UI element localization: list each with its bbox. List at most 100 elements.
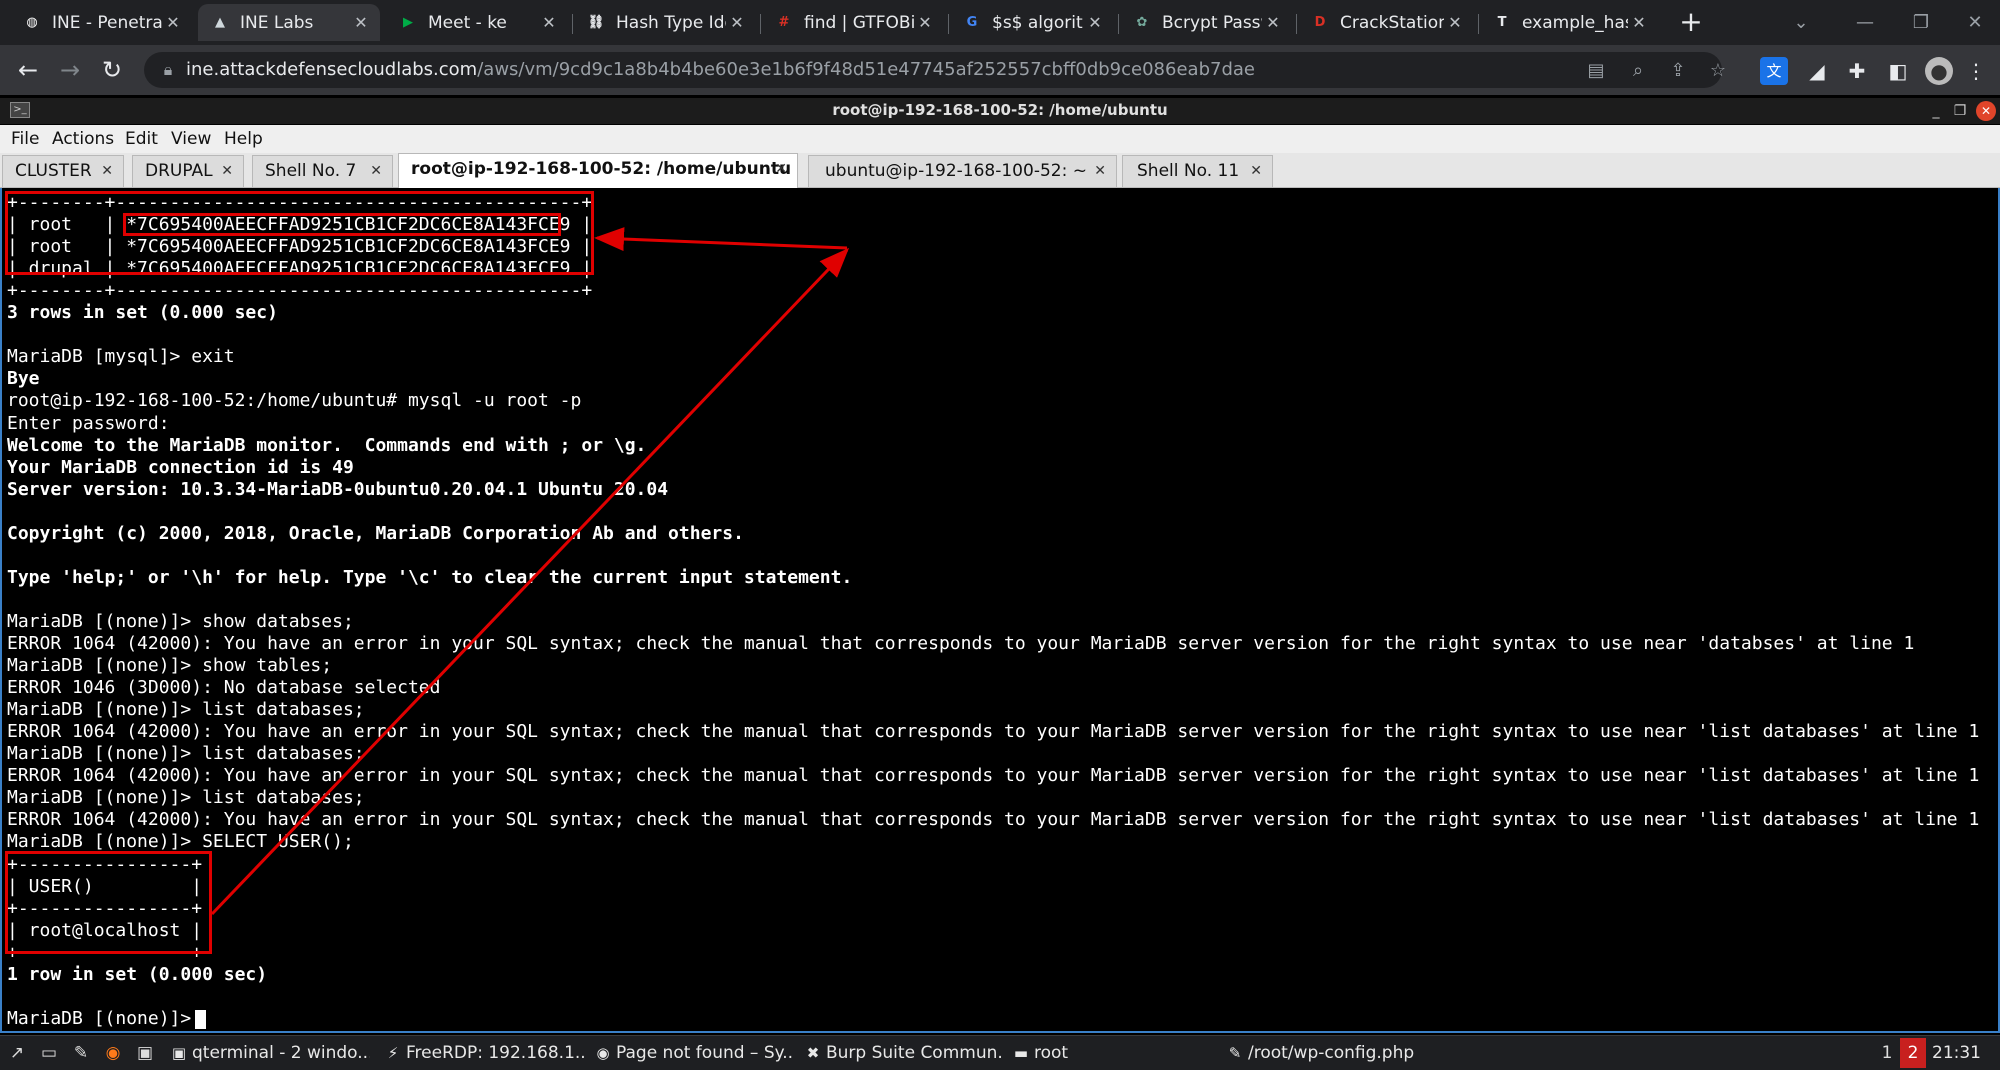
address-bar[interactable]: 🔒︎ ine.attackdefensecloudlabs.com/aws/vm… — [144, 52, 1726, 88]
browser-tab[interactable]: ▲ INE Labs ✕ — [198, 4, 380, 41]
tab-separator — [1478, 14, 1479, 34]
profile-avatar[interactable]: ● — [1925, 57, 1953, 85]
forward-icon[interactable]: → — [54, 54, 86, 86]
lock-icon[interactable]: 🔒︎ — [158, 60, 178, 80]
window-title: root@ip-192-168-100-52: /home/ubuntu — [832, 101, 1168, 119]
browser-tab[interactable]: ▶ Meet - ke ✕ — [386, 4, 568, 41]
close-icon[interactable]: ✕ — [1976, 101, 1996, 121]
close-tab-icon[interactable]: ✕ — [1444, 13, 1466, 32]
close-tab-icon[interactable]: ✕ — [726, 13, 748, 32]
system-taskbar: ↗ ▭ ✎ ◉ ▣ ▣ qterminal - 2 windo... ⚡ FreeRD… — [0, 1035, 2000, 1070]
editor-icon[interactable]: ✎ — [70, 1042, 92, 1064]
send-to-device-icon[interactable]: ▤ — [1584, 59, 1608, 83]
google-icon: G — [966, 15, 978, 30]
app-menu-icon[interactable]: ↗ — [6, 1042, 28, 1064]
minimize-icon[interactable]: — — [1840, 6, 1890, 40]
folder-icon: ▬ — [1013, 1044, 1029, 1062]
close-tab-icon[interactable]: ✕ — [101, 156, 113, 186]
taskbar-item-label: /root/wp-config.php — [1248, 1043, 1415, 1063]
maximize-icon[interactable]: ❐ — [1950, 101, 1970, 121]
taskbar-item-label: FreeRDP: 192.168.1... — [406, 1043, 584, 1063]
close-tab-icon[interactable]: ✕ — [162, 13, 184, 32]
extension-icon[interactable]: ◢ — [1803, 57, 1831, 85]
browser-tab[interactable]: ⛓ Hash Type Ide ✕ — [574, 4, 756, 41]
close-tab-icon[interactable]: ✕ — [1628, 13, 1650, 32]
ine-labs-icon: ▲ — [215, 15, 225, 30]
taskbar-item-label: root — [1034, 1043, 1069, 1063]
close-tab-icon[interactable]: ✕ — [221, 156, 233, 186]
back-icon[interactable]: ← — [12, 54, 44, 86]
taskbar-item[interactable]: ◉ Page not found – Sy... — [594, 1040, 794, 1066]
side-panel-icon[interactable]: ◧ — [1884, 57, 1912, 85]
gtfobins-icon: # — [778, 15, 790, 30]
google-translate-icon[interactable]: 文 — [1760, 57, 1788, 85]
hash-type-icon: ⛓ — [587, 15, 605, 30]
taskbar-item[interactable]: ⚡ FreeRDP: 192.168.1... — [384, 1040, 584, 1066]
bookmark-star-icon[interactable]: ☆ — [1706, 59, 1730, 83]
taskbar-item-label: qterminal - 2 windo... — [192, 1043, 370, 1063]
browser-tab[interactable]: G $s$ algorithm✕ — [950, 4, 1114, 41]
arrow-from-user-result — [210, 247, 850, 916]
menu-view[interactable]: View — [171, 129, 211, 149]
close-tab-icon[interactable]: ✕ — [775, 154, 787, 184]
browser-toolbar: ← → ↻ 🔒︎ ine.attackdefensecloudlabs.com/… — [0, 45, 2000, 95]
browser-tab[interactable]: ◍ INE - Penetrati ✕ — [10, 4, 192, 41]
menu-edit[interactable]: Edit — [125, 129, 158, 149]
browser-tab[interactable]: ✿ Bcrypt Passwo✕ — [1120, 4, 1292, 41]
browser-tab-title: INE Labs — [240, 12, 314, 33]
taskbar-item-label: Page not found – Sy... — [616, 1043, 794, 1063]
zoom-icon[interactable]: ⌕ — [1626, 59, 1650, 83]
chrome-menu-icon[interactable]: ⋮ — [1962, 57, 1990, 85]
taskbar-item[interactable]: ▣ qterminal - 2 windo... — [170, 1040, 370, 1066]
hashcat-icon: T — [1497, 15, 1507, 30]
menu-help[interactable]: Help — [224, 129, 263, 149]
close-tab-icon[interactable]: ✕ — [1084, 13, 1106, 32]
close-tab-icon[interactable]: ✕ — [538, 13, 560, 32]
workspace-1[interactable]: 1 — [1874, 1038, 1900, 1068]
burp-icon: ✖ — [806, 1044, 820, 1062]
workspace-2[interactable]: 2 — [1900, 1038, 1926, 1068]
browser-tab[interactable]: # find | GTFOBin ✕ — [762, 4, 944, 41]
tab-search-icon[interactable]: ⌄ — [1776, 6, 1826, 40]
close-tab-icon[interactable]: ✕ — [1262, 13, 1284, 32]
browser-tab-title: $s$ algorithm — [992, 12, 1084, 33]
browser-tab-title: Hash Type Ide — [616, 12, 726, 33]
maximize-icon[interactable]: ❐ — [1896, 6, 1946, 40]
show-desktop-icon[interactable]: ▭ — [38, 1042, 60, 1064]
tab-shell-7[interactable]: Shell No. 7 ✕ — [252, 155, 393, 187]
clock: 21:31 — [1932, 1043, 1981, 1063]
close-tab-icon[interactable]: ✕ — [1094, 156, 1106, 186]
close-window-icon[interactable]: ✕ — [1950, 6, 2000, 40]
terminal-output[interactable]: +--------+------------------------------… — [0, 188, 2000, 1033]
terminal-launcher-icon[interactable]: ▣ — [134, 1042, 156, 1064]
minimize-icon[interactable]: _ — [1926, 101, 1946, 121]
tab-shell-11[interactable]: Shell No. 11 ✕ — [1122, 155, 1273, 187]
tab-cluster[interactable]: CLUSTER ✕ — [2, 155, 124, 187]
tab-separator — [572, 14, 573, 34]
close-tab-icon[interactable]: ✕ — [914, 13, 936, 32]
tab-root-home-ubuntu[interactable]: root@ip-192-168-100-52: /home/ubuntu ✕ — [398, 153, 798, 188]
tab-ubuntu-home[interactable]: ubuntu@ip-192-168-100-52: ~ ✕ — [808, 155, 1117, 187]
reload-icon[interactable]: ↻ — [96, 54, 128, 86]
browser-tab-title: example_hash — [1522, 12, 1628, 33]
browser-tab[interactable]: Texample_hash✕ — [1480, 4, 1658, 41]
freerdp-icon: ⚡ — [387, 1044, 399, 1062]
firefox-icon[interactable]: ◉ — [102, 1042, 124, 1064]
close-tab-icon[interactable]: ✕ — [1250, 156, 1262, 186]
browser-tab[interactable]: D CrackStation -✕ — [1298, 4, 1474, 41]
close-tab-icon[interactable]: ✕ — [350, 13, 372, 32]
share-icon[interactable]: ⇪ — [1666, 59, 1690, 83]
new-tab-button[interactable]: + — [1674, 6, 1708, 40]
menu-bar: File Actions Edit View Help — [0, 125, 2000, 153]
terminal-icon: ▣ — [171, 1044, 187, 1062]
extensions-puzzle-icon[interactable]: ✚ — [1843, 57, 1871, 85]
menu-file[interactable]: File — [11, 129, 39, 149]
taskbar-item[interactable]: ✖ Burp Suite Commun... — [804, 1040, 1004, 1066]
tab-drupal[interactable]: DRUPAL ✕ — [132, 155, 244, 187]
taskbar-item[interactable]: ▬ root — [1012, 1040, 1112, 1066]
close-tab-icon[interactable]: ✕ — [370, 156, 382, 186]
taskbar-item[interactable]: ✎ /root/wp-config.php — [1226, 1040, 1446, 1066]
firefox-icon: ◉ — [596, 1044, 610, 1062]
url-text[interactable]: ine.attackdefensecloudlabs.com/aws/vm/9c… — [186, 59, 1255, 80]
menu-actions[interactable]: Actions — [52, 129, 114, 149]
